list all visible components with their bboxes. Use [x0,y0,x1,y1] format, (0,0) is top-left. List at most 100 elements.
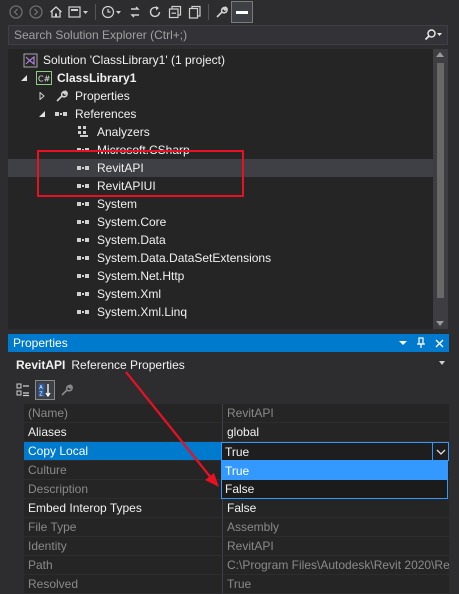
tree-item-solution[interactable]: Solution 'ClassLibrary1' (1 project) [8,51,433,69]
property-value[interactable]: False [222,499,449,518]
chevron-down-icon[interactable] [439,361,445,365]
tree-item-label: System.Data [97,233,166,247]
collapse-arrow-icon[interactable] [18,69,30,87]
toolbar-separator [95,4,96,20]
reference-icon [76,268,92,284]
reference-icon [76,214,92,230]
property-name: Identity [24,537,222,556]
search-input[interactable]: Search Solution Explorer (Ctrl+;) [9,28,421,42]
property-grid: (Name) RevitAPI Aliases global Copy Loca… [8,404,449,594]
tree-item-reference[interactable]: System.Data [8,231,433,249]
copy-local-value[interactable]: True [225,445,249,459]
tree-item-label: Analyzers [97,125,150,139]
svg-text:Z: Z [39,392,43,398]
property-value: C:\Program Files\Autodesk\Revit 2020\Rev [222,556,449,575]
property-row-aliases[interactable]: Aliases global [8,423,449,442]
expand-arrow-icon[interactable] [36,87,48,105]
property-name: (Name) [24,404,222,423]
property-row-embed-interop-types[interactable]: Embed Interop Types False [8,499,449,518]
reference-icon [76,250,92,266]
tree-item-reference[interactable]: System.Core [8,213,433,231]
property-pages-wrench-icon[interactable] [58,381,76,399]
object-selector[interactable]: RevitAPI Reference Properties [8,354,449,376]
collapse-arrow-icon[interactable] [36,105,48,123]
property-value: RevitAPI [222,537,449,556]
dropdown-option-false[interactable]: False [222,480,447,498]
search-icon[interactable] [421,29,447,41]
close-icon[interactable] [433,335,445,351]
chevron-down-icon[interactable] [432,443,448,460]
refresh-icon[interactable] [145,2,165,22]
preview-selected-items-icon[interactable] [231,1,253,23]
collapse-all-icon[interactable] [165,2,185,22]
pin-icon[interactable] [415,335,427,351]
show-all-files-icon[interactable] [185,2,205,22]
tree-item-references[interactable]: References [8,105,433,123]
property-name: Embed Interop Types [24,499,222,518]
property-row-file-type[interactable]: File Type Assembly [8,518,449,537]
home-icon[interactable] [46,2,66,22]
solution-explorer-toolbar [0,0,459,24]
property-name: Culture [24,461,222,480]
property-value[interactable]: global [222,423,449,442]
forward-icon[interactable] [26,2,46,22]
categorized-icon[interactable] [14,381,32,399]
tree-item-reference[interactable]: System.Xml.Linq [8,303,433,321]
back-icon[interactable] [6,2,26,22]
references-icon [54,106,70,122]
property-value: Assembly [222,518,449,537]
property-value: True [222,575,449,594]
tree-item-reference[interactable]: System.Data.DataSetExtensions [8,249,433,267]
tree-item-reference[interactable]: System.Net.Http [8,267,433,285]
tree-item-reference[interactable]: System.Xml [8,285,433,303]
property-row-identity[interactable]: Identity RevitAPI [8,537,449,556]
tree-item-analyzers[interactable]: Analyzers [8,123,433,141]
property-row-resolved[interactable]: Resolved True [8,575,449,594]
property-name: File Type [24,518,222,537]
tree-item-label: Solution 'ClassLibrary1' (1 project) [43,53,225,67]
dropdown-option-true[interactable]: True [222,462,447,480]
property-value: RevitAPI [222,404,449,423]
scroll-up-icon[interactable] [436,52,444,57]
tree-item-label: System.Xml.Linq [97,305,188,319]
annotation-highlight-box [37,150,244,197]
properties-wrench-icon[interactable] [212,2,232,22]
sync-with-document-icon[interactable] [125,2,145,22]
tree-item-label: System [97,197,138,211]
reference-icon [76,196,92,212]
copy-local-combobox[interactable]: True [221,442,449,461]
window-position-dropdown-icon[interactable] [397,335,409,351]
tree-item-label: Properties [75,89,130,103]
property-row-path[interactable]: Path C:\Program Files\Autodesk\Revit 202… [8,556,449,575]
tree-item-reference[interactable]: System [8,195,433,213]
tree-item-label: ClassLibrary1 [57,71,137,85]
scrollbar-thumb[interactable] [437,63,444,298]
pending-changes-filter-icon[interactable] [99,2,125,22]
tree-item-label: References [75,107,137,121]
tree-item-project[interactable]: C# ClassLibrary1 [8,69,433,87]
tree-scrollbar[interactable] [433,49,448,329]
switch-views-icon[interactable] [66,2,92,22]
property-name: Resolved [24,575,222,594]
tree-item-label: System.Xml [97,287,162,301]
alphabetical-icon[interactable]: AZ [35,380,55,400]
wrench-icon [54,88,70,104]
property-name: Path [24,556,222,575]
toolbar-separator [208,4,209,20]
property-row-name[interactable]: (Name) RevitAPI [8,404,449,423]
tree-item-label: System.Net.Http [97,269,185,283]
property-name: Description [24,480,222,499]
properties-panel-title-bar: Properties [8,334,449,352]
property-name: Copy Local [24,442,222,461]
svg-text:A: A [39,385,43,391]
search-box[interactable]: Search Solution Explorer (Ctrl+;) [8,25,448,45]
reference-icon [76,286,92,302]
svg-text:C#: C# [38,75,51,84]
scroll-down-icon[interactable] [436,321,444,326]
object-type: Reference Properties [71,358,185,372]
properties-toolbar: AZ [8,378,449,402]
tree-item-properties[interactable]: Properties [8,87,433,105]
reference-icon [76,232,92,248]
tree-item-label: System.Core [97,215,167,229]
properties-title: Properties [13,336,68,350]
